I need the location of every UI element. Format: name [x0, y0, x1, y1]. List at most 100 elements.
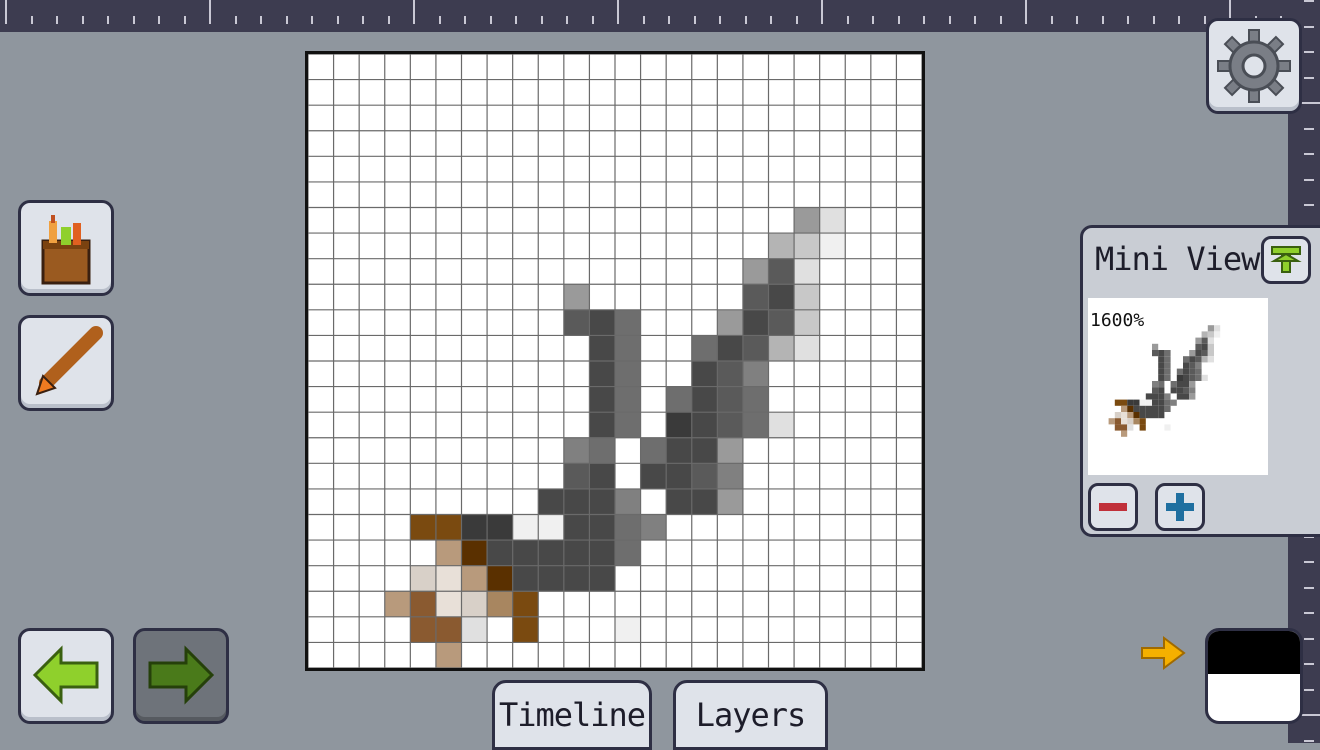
mini-sprite-pixel [1152, 412, 1159, 419]
tab-layers[interactable]: Layers [673, 680, 828, 750]
mini-sprite-pixel [1158, 368, 1165, 375]
mini-sprite-pixel [1183, 362, 1190, 369]
settings-button[interactable] [1206, 18, 1302, 114]
sprite-pixel [512, 616, 539, 643]
ruler-tick [1304, 739, 1314, 742]
sprite-pixel [435, 616, 462, 643]
mini-sprite-pixel [1207, 337, 1214, 344]
undo-button[interactable] [18, 628, 114, 724]
ruler-tick [1304, 204, 1314, 206]
ruler-tick [1076, 16, 1078, 24]
sprite-pixel [691, 412, 718, 438]
sprite-pixel [538, 488, 564, 515]
ruler-tick [923, 16, 925, 24]
sprite-pixel [691, 335, 718, 361]
sprite-pixel [717, 412, 743, 438]
mini-sprite-pixel [1195, 337, 1202, 344]
mini-sprite-pixel [1207, 331, 1214, 338]
sprite-pixel [538, 540, 564, 566]
mini-sprite-pixel [1139, 418, 1146, 425]
mini-sprite-pixel [1164, 362, 1171, 369]
mini-sprite-pixel [1139, 424, 1146, 431]
mini-sprite-pixel [1145, 412, 1152, 419]
mini-sprite-pixel [1145, 405, 1152, 412]
arrow-right-icon[interactable] [1138, 634, 1188, 672]
drawing-canvas[interactable] [305, 51, 925, 671]
ruler-tick [413, 0, 415, 24]
ruler-tick [1304, 25, 1314, 28]
sprite-pixel [512, 514, 539, 541]
mini-sprite-pixel [1121, 424, 1128, 431]
ruler-tick [642, 16, 645, 24]
sprite-pixel [589, 437, 615, 464]
mini-sprite-pixel [1201, 350, 1208, 357]
zoom-in-button[interactable] [1155, 483, 1205, 531]
redo-button[interactable] [133, 628, 229, 724]
ruler-tick [872, 16, 874, 24]
sprite-pixel [410, 591, 436, 617]
sprite-pixel [589, 361, 615, 387]
mini-sprite-pixel [1195, 356, 1202, 363]
mini-sprite-pixel [1121, 418, 1128, 425]
sprite-pixel [742, 386, 769, 413]
mini-sprite-pixel [1114, 418, 1121, 425]
sprite-pixel [563, 437, 590, 464]
sprite-pixel [794, 284, 820, 310]
mini-sprite-pixel [1121, 412, 1128, 419]
sprite-pixel [589, 335, 615, 361]
sprite-pixel [717, 361, 743, 387]
ruler-tick [719, 16, 721, 24]
sprite-pixel [691, 437, 718, 464]
brush-button[interactable] [18, 315, 114, 411]
sprite-pixel [589, 565, 615, 592]
mini-sprite-pixel [1207, 325, 1214, 332]
top-ruler [0, 0, 1320, 32]
tab-timeline[interactable]: Timeline [492, 680, 652, 750]
sprite-pixel [717, 386, 743, 413]
sprite-pixel [768, 284, 795, 310]
sprite-pixel [640, 514, 667, 541]
sprite-pixel [615, 514, 641, 541]
mini-sprite-pixel [1114, 424, 1121, 431]
ruler-tick [158, 16, 160, 24]
mini-sprite-pixel [1152, 343, 1159, 350]
mini-sprite-pixel [1158, 374, 1165, 381]
ruler-tick [464, 16, 466, 24]
mini-sprite-pixel [1176, 374, 1183, 381]
mini-sprite-pixel [1152, 381, 1159, 388]
mini-sprite-pixel [1158, 356, 1165, 363]
mini-sprite-pixel [1176, 381, 1183, 388]
mini-sprite-pixel [1158, 412, 1165, 419]
mini-sprite-pixel [1176, 368, 1183, 375]
mini-sprite-pixel [1121, 399, 1128, 406]
mini-sprite-pixel [1133, 405, 1140, 412]
mini-sprite-pixel [1214, 325, 1221, 332]
sprite-pixel [487, 565, 513, 592]
ruler-tick [1304, 561, 1314, 563]
ruler-tick [387, 16, 390, 24]
ruler-tick [1050, 16, 1053, 24]
mini-sprite-pixel [1164, 399, 1171, 406]
mini-sprite-pixel [1127, 399, 1134, 406]
zoom-out-button[interactable] [1088, 483, 1138, 531]
mini-sprite-pixel [1164, 368, 1171, 375]
sprite-pixel [615, 488, 641, 515]
mini-sprite-pixel [1176, 393, 1183, 400]
sprite-pixel [717, 437, 743, 464]
sprite-pixel [768, 412, 795, 438]
tools-button[interactable] [18, 200, 114, 296]
sprite-pixel [615, 540, 641, 566]
mini-view-preview: 1600% [1088, 298, 1268, 475]
mini-sprite-pixel [1139, 412, 1146, 419]
mini-sprite-pixel [1133, 399, 1140, 406]
mini-sprite-pixel [1164, 424, 1171, 431]
mini-sprite-pixel [1127, 412, 1134, 419]
mini-sprite-pixel [1195, 374, 1202, 381]
pixel-grid[interactable] [308, 54, 922, 668]
ruler-tick [1152, 16, 1155, 24]
ruler-tick [999, 16, 1002, 24]
sprite-pixel [717, 463, 743, 489]
color-swatch[interactable] [1205, 628, 1303, 724]
pin-button[interactable] [1261, 236, 1311, 284]
ruler-tick [260, 16, 262, 24]
